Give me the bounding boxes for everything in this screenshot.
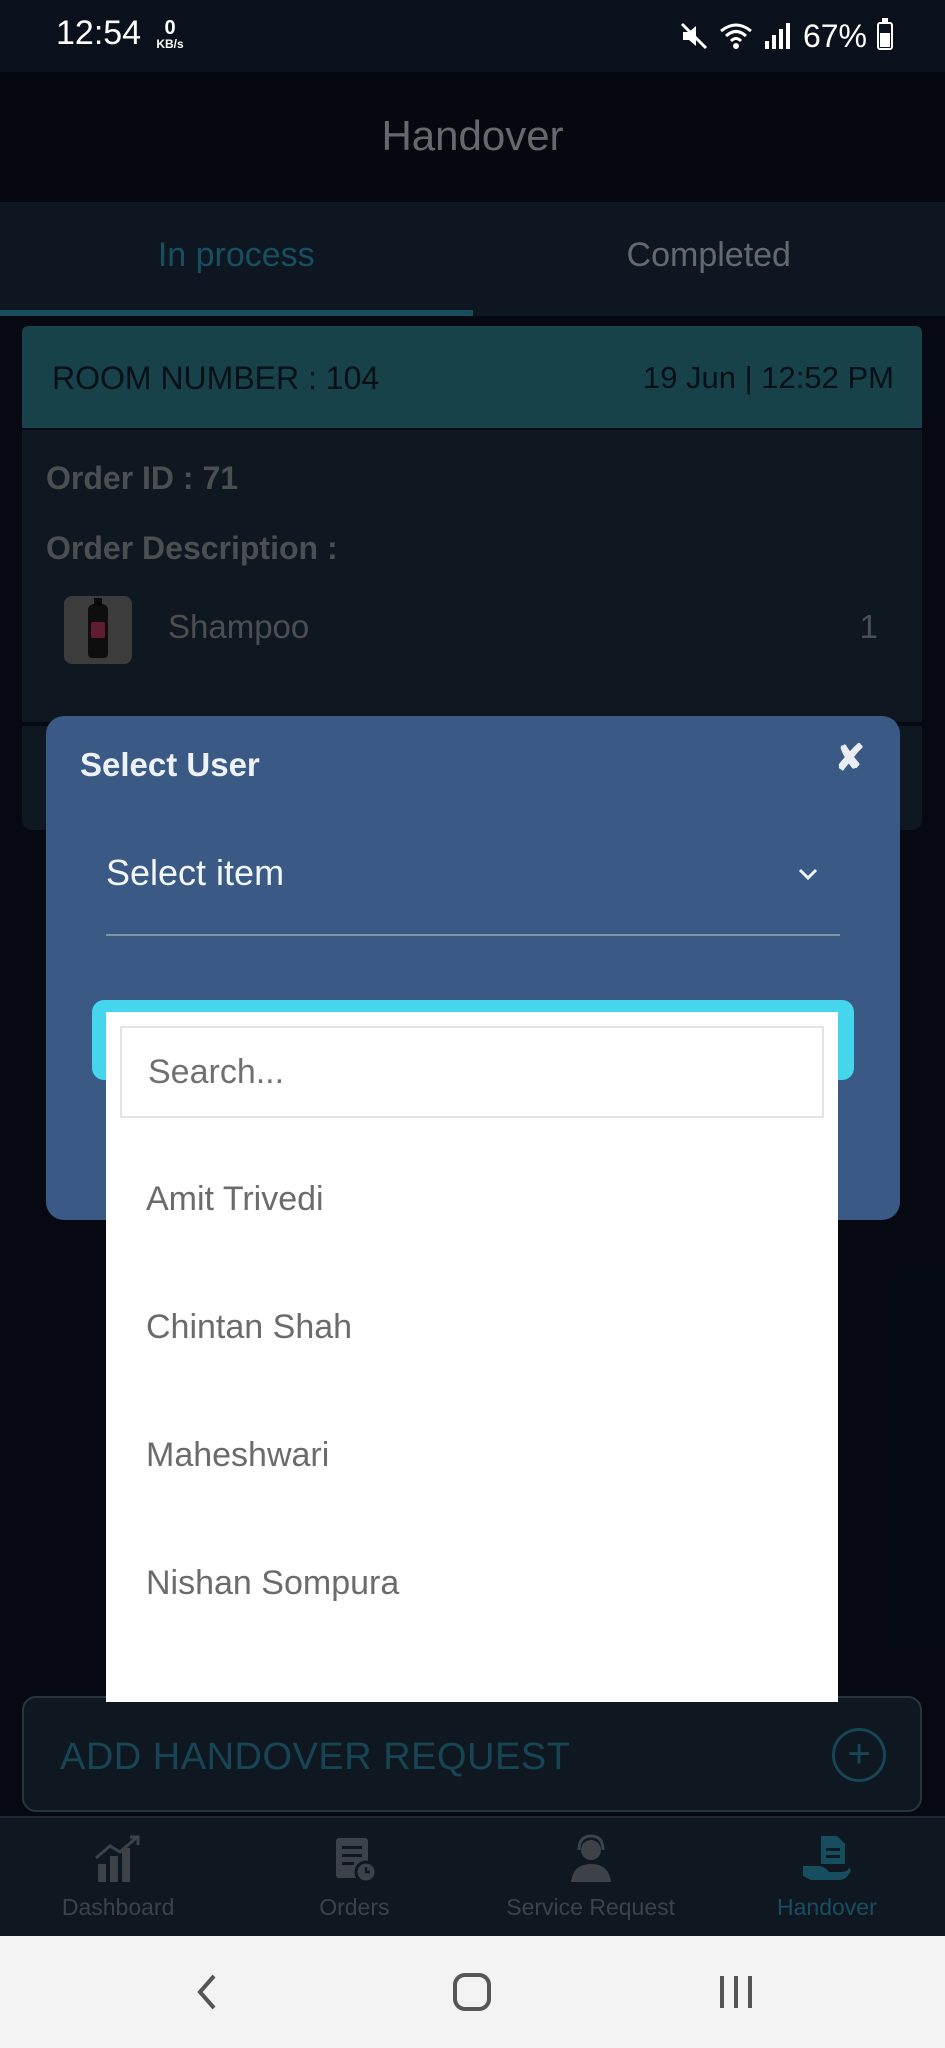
- network-speed-value: 0: [164, 17, 176, 39]
- back-icon[interactable]: [178, 1968, 238, 2016]
- network-speed-unit: KB/s: [156, 37, 184, 51]
- battery-percent: 67%: [802, 17, 867, 54]
- user-select-dropdown[interactable]: Select item: [106, 826, 840, 936]
- list-item[interactable]: Maheshwari: [146, 1436, 329, 1475]
- network-speed: 0 KB/s: [150, 18, 190, 50]
- status-time: 12:54: [56, 14, 142, 52]
- battery-icon: [877, 18, 893, 50]
- close-icon[interactable]: ✘: [830, 738, 870, 778]
- dialog-title: Select User: [80, 746, 260, 783]
- search-field[interactable]: [120, 1026, 824, 1118]
- list-item[interactable]: Amit Trivedi: [146, 1180, 324, 1219]
- select-placeholder: Select item: [106, 852, 285, 893]
- status-icons: 67%: [679, 14, 893, 58]
- chevron-down-icon: [798, 868, 818, 881]
- wifi-icon: [720, 23, 752, 49]
- search-input[interactable]: [122, 1028, 822, 1116]
- mute-icon: [680, 22, 708, 50]
- list-item[interactable]: Nishan Sompura: [146, 1564, 399, 1603]
- status-bar: 12:54 0 KB/s 67%: [0, 0, 945, 72]
- recent-apps-icon[interactable]: [706, 1968, 766, 2016]
- signal-icon: [764, 23, 790, 49]
- list-item[interactable]: Chintan Shah: [146, 1308, 352, 1347]
- system-nav-bar: [0, 1936, 945, 2048]
- home-icon[interactable]: [442, 1968, 502, 2016]
- user-dropdown-list: Amit Trivedi Chintan Shah Maheshwari Nis…: [106, 1012, 838, 1702]
